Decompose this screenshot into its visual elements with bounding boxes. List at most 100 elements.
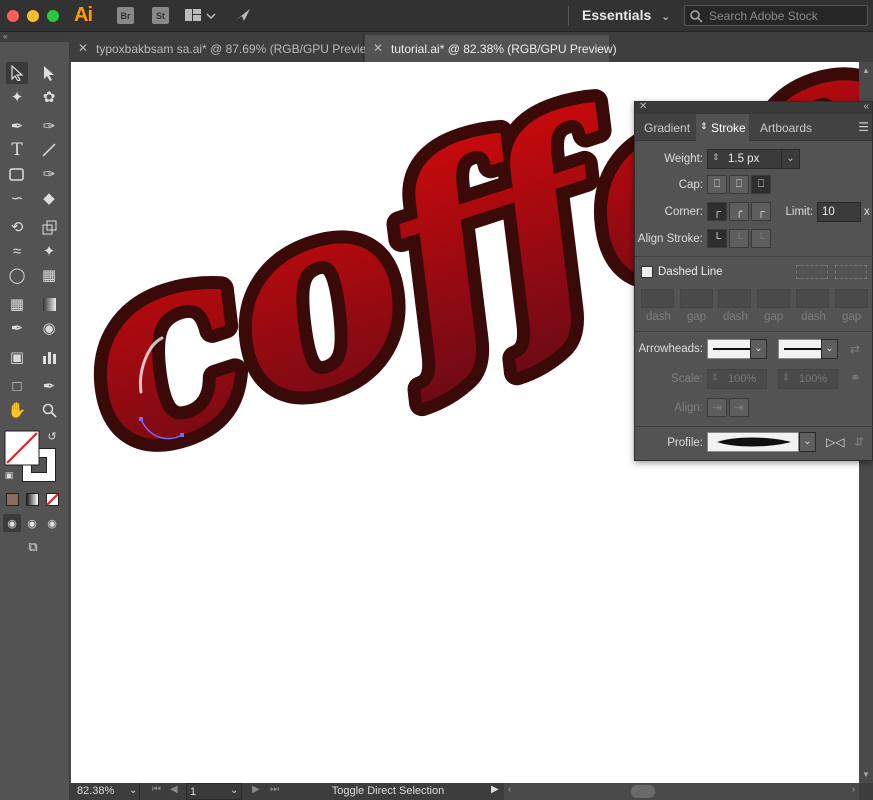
dash-field-3[interactable] bbox=[796, 289, 829, 308]
panel-menu-icon[interactable]: ☰ bbox=[858, 120, 869, 134]
bevel-join-button[interactable]: ┌ bbox=[751, 202, 771, 221]
scale-tool-icon[interactable] bbox=[38, 216, 60, 238]
tab-stroke[interactable]: ⇕ Stroke bbox=[696, 114, 749, 141]
chevron-down-icon[interactable]: ⌄ bbox=[799, 432, 816, 452]
color-mode-icon[interactable] bbox=[6, 493, 19, 506]
tools-panel-grip[interactable]: « bbox=[0, 32, 70, 42]
chevron-down-icon[interactable]: ⌄ bbox=[781, 150, 799, 168]
arrow-place-button[interactable]: ⇥ bbox=[729, 398, 749, 417]
tab-tutorial[interactable]: ✕ tutorial.ai* @ 82.38% (RGB/GPU Preview… bbox=[365, 35, 617, 62]
default-fill-stroke-icon[interactable]: ▣ bbox=[2, 468, 16, 482]
workspace-switcher[interactable]: Essentials ⌄ bbox=[582, 7, 670, 23]
previous-artboard-icon[interactable]: ◀ bbox=[170, 784, 178, 795]
butt-cap-button[interactable]: ⎕ bbox=[707, 175, 727, 194]
tab-typoxbakbsam[interactable]: ✕ typoxbakbsam sa.ai* @ 87.69% (RGB/GPU … bbox=[70, 35, 379, 62]
chevron-down-icon[interactable]: ⌄ bbox=[750, 339, 767, 359]
fill-swatch-front[interactable] bbox=[4, 430, 40, 466]
round-join-button[interactable]: ╭ bbox=[729, 202, 749, 221]
width-profile-select[interactable] bbox=[707, 432, 799, 452]
scroll-right-icon[interactable]: › bbox=[852, 784, 855, 794]
line-segment-tool-icon[interactable] bbox=[38, 139, 60, 161]
paintbrush-tool-icon[interactable]: ✑ bbox=[38, 163, 60, 185]
swap-arrowheads-icon[interactable]: ⇄ bbox=[850, 342, 860, 356]
shaper-tool-icon[interactable]: ∽ bbox=[6, 187, 28, 209]
draw-inside-icon[interactable]: ◉ bbox=[43, 514, 61, 532]
close-tab-icon[interactable]: ✕ bbox=[78, 41, 88, 55]
close-window-button[interactable] bbox=[7, 10, 19, 22]
align-dash-button[interactable] bbox=[835, 265, 867, 279]
tab-gradient[interactable]: Gradient bbox=[644, 114, 690, 141]
rotate-tool-icon[interactable]: ⟲ bbox=[6, 216, 28, 238]
flip-along-icon[interactable]: ▷◁ bbox=[826, 435, 844, 449]
zoom-tool-icon[interactable] bbox=[38, 399, 60, 421]
end-scale-field[interactable]: ⇕ 100% bbox=[778, 369, 838, 389]
blend-tool-icon[interactable]: ◉ bbox=[38, 317, 60, 339]
dash-field-1[interactable] bbox=[641, 289, 674, 308]
anchor-point[interactable] bbox=[180, 433, 184, 437]
hand-tool-icon[interactable]: ✋ bbox=[6, 399, 28, 421]
type-tool-icon[interactable]: T bbox=[6, 139, 28, 161]
last-artboard-icon[interactable]: ⏭ bbox=[270, 784, 279, 795]
none-mode-icon[interactable] bbox=[46, 493, 59, 506]
tab-artboards[interactable]: Artboards bbox=[760, 114, 812, 141]
horizontal-scrollbar[interactable]: ‹ › bbox=[504, 783, 859, 800]
dashed-line-checkbox[interactable] bbox=[641, 266, 653, 278]
symbol-sprayer-tool-icon[interactable]: ▣ bbox=[6, 346, 28, 368]
round-cap-button[interactable]: ⎕ bbox=[729, 175, 749, 194]
bridge-icon[interactable]: Br bbox=[117, 7, 134, 24]
start-scale-field[interactable]: ⇕ 100% bbox=[707, 369, 767, 389]
gap-field-2[interactable] bbox=[757, 289, 790, 308]
gradient-tool-icon[interactable] bbox=[38, 293, 60, 315]
align-center-button[interactable]: └ bbox=[707, 229, 727, 248]
eyedropper-tool-icon[interactable]: ✒ bbox=[6, 317, 28, 339]
screen-mode-icon[interactable]: ⧉ bbox=[20, 538, 46, 556]
align-inside-button[interactable]: └ bbox=[729, 229, 749, 248]
gpu-performance-icon[interactable] bbox=[234, 6, 252, 27]
limit-field[interactable]: 10 bbox=[817, 202, 861, 222]
slice-tool-icon[interactable]: ✒ bbox=[38, 375, 60, 397]
scroll-thumb[interactable] bbox=[631, 785, 655, 798]
curvature-tool-icon[interactable]: ✑ bbox=[38, 115, 60, 137]
draw-normal-icon[interactable]: ◉ bbox=[3, 514, 21, 532]
preserve-dash-button[interactable] bbox=[796, 265, 828, 279]
projecting-cap-button[interactable]: ⎕ bbox=[751, 175, 771, 194]
next-artboard-icon[interactable]: ▶ bbox=[252, 784, 260, 795]
swap-fill-stroke-icon[interactable]: ↺ bbox=[44, 428, 60, 444]
pen-tool-icon[interactable]: ✒ bbox=[6, 115, 28, 137]
gradient-mode-icon[interactable] bbox=[26, 493, 39, 506]
stock-icon[interactable]: St bbox=[152, 7, 169, 24]
mesh-tool-icon[interactable]: ▦ bbox=[6, 293, 28, 315]
close-panel-icon[interactable]: ✕ bbox=[639, 101, 647, 112]
status-menu-icon[interactable]: ▶ bbox=[491, 784, 499, 795]
close-tab-icon[interactable]: ✕ bbox=[373, 41, 383, 55]
zoom-window-button[interactable] bbox=[47, 10, 59, 22]
eraser-tool-icon[interactable]: ◆ bbox=[38, 187, 60, 209]
perspective-grid-tool-icon[interactable]: ▦ bbox=[38, 264, 60, 286]
direct-selection-tool-icon[interactable] bbox=[38, 62, 60, 84]
width-tool-icon[interactable]: ≈ bbox=[6, 240, 28, 262]
miter-join-button[interactable]: ┌ bbox=[707, 202, 727, 221]
magic-wand-tool-icon[interactable]: ✦ bbox=[6, 86, 28, 108]
arrange-documents-icon[interactable] bbox=[185, 8, 217, 27]
rectangle-tool-icon[interactable] bbox=[6, 163, 28, 185]
weight-stepper-icon[interactable]: ⇕ bbox=[712, 152, 720, 163]
first-artboard-icon[interactable]: ⏮ bbox=[152, 784, 161, 795]
column-graph-tool-icon[interactable] bbox=[38, 346, 60, 368]
gap-field-1[interactable] bbox=[680, 289, 713, 308]
stock-search-input[interactable]: Search Adobe Stock bbox=[684, 5, 868, 26]
flip-across-icon[interactable]: ⇵ bbox=[854, 435, 864, 449]
artboard-tool-icon[interactable]: □ bbox=[6, 375, 28, 397]
minimize-window-button[interactable] bbox=[27, 10, 39, 22]
lasso-tool-icon[interactable]: ✿ bbox=[38, 86, 60, 108]
gap-field-3[interactable] bbox=[835, 289, 868, 308]
arrow-extend-button[interactable]: ⇥ bbox=[707, 398, 727, 417]
align-outside-button[interactable]: └ bbox=[751, 229, 771, 248]
shape-builder-tool-icon[interactable]: ◯ bbox=[6, 264, 28, 286]
scroll-left-icon[interactable]: ‹ bbox=[508, 784, 511, 794]
draw-behind-icon[interactable]: ◉ bbox=[23, 514, 41, 532]
puppet-warp-tool-icon[interactable]: ✦ bbox=[38, 240, 60, 262]
link-scale-icon[interactable]: ⚭ bbox=[850, 370, 861, 386]
anchor-point[interactable] bbox=[139, 417, 143, 421]
selection-tool-icon[interactable] bbox=[6, 62, 28, 84]
dash-field-2[interactable] bbox=[718, 289, 751, 308]
